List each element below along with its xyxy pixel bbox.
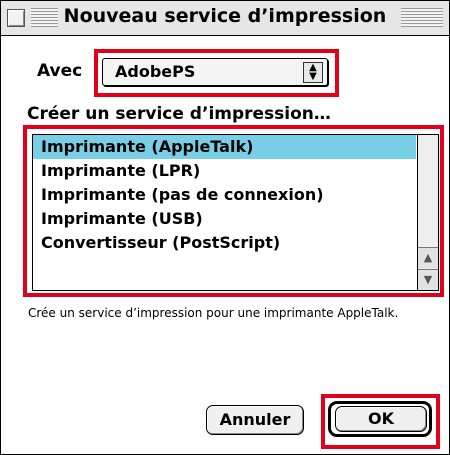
cancel-button[interactable]: Annuler <box>206 405 304 435</box>
window-title: Nouveau service d’impression <box>1 5 449 27</box>
service-description: Crée un service d’impression pour une im… <box>28 306 399 320</box>
dialog-window: Nouveau service d’impression Avec AdobeP… <box>0 0 450 455</box>
create-service-label: Créer un service d’impression… <box>27 104 331 124</box>
highlight-ok-button <box>321 394 440 449</box>
title-bar[interactable]: Nouveau service d’impression <box>1 1 449 36</box>
with-label: Avec <box>37 61 83 81</box>
highlight-driver-popup <box>94 49 339 97</box>
highlight-service-list <box>23 125 444 297</box>
